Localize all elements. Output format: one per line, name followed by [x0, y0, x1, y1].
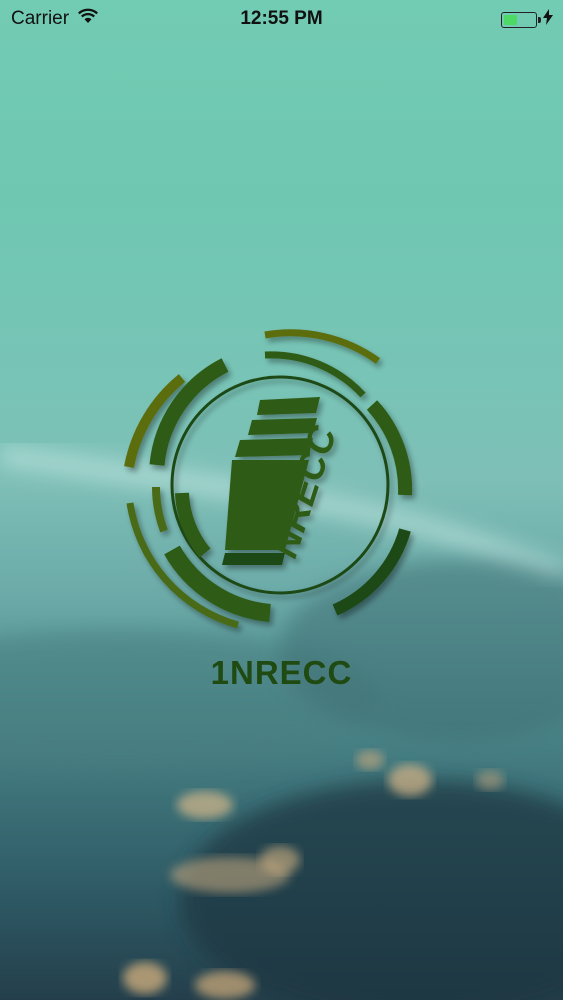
- 1nrecc-logo-icon: NRECC: [120, 325, 440, 645]
- status-time: 12:55 PM: [240, 8, 323, 29]
- battery-group: [501, 9, 553, 31]
- app-name: 1NRECC: [210, 654, 353, 691]
- battery-fill: [504, 15, 518, 25]
- battery-tip: [538, 17, 541, 23]
- battery-icon: [501, 12, 541, 28]
- splash-screen: Carrier 12:55 PM NRECC 1NRECC: [0, 0, 563, 1000]
- charging-bolt-icon: [543, 9, 553, 31]
- status-bar: Carrier 12:55 PM: [0, 0, 563, 40]
